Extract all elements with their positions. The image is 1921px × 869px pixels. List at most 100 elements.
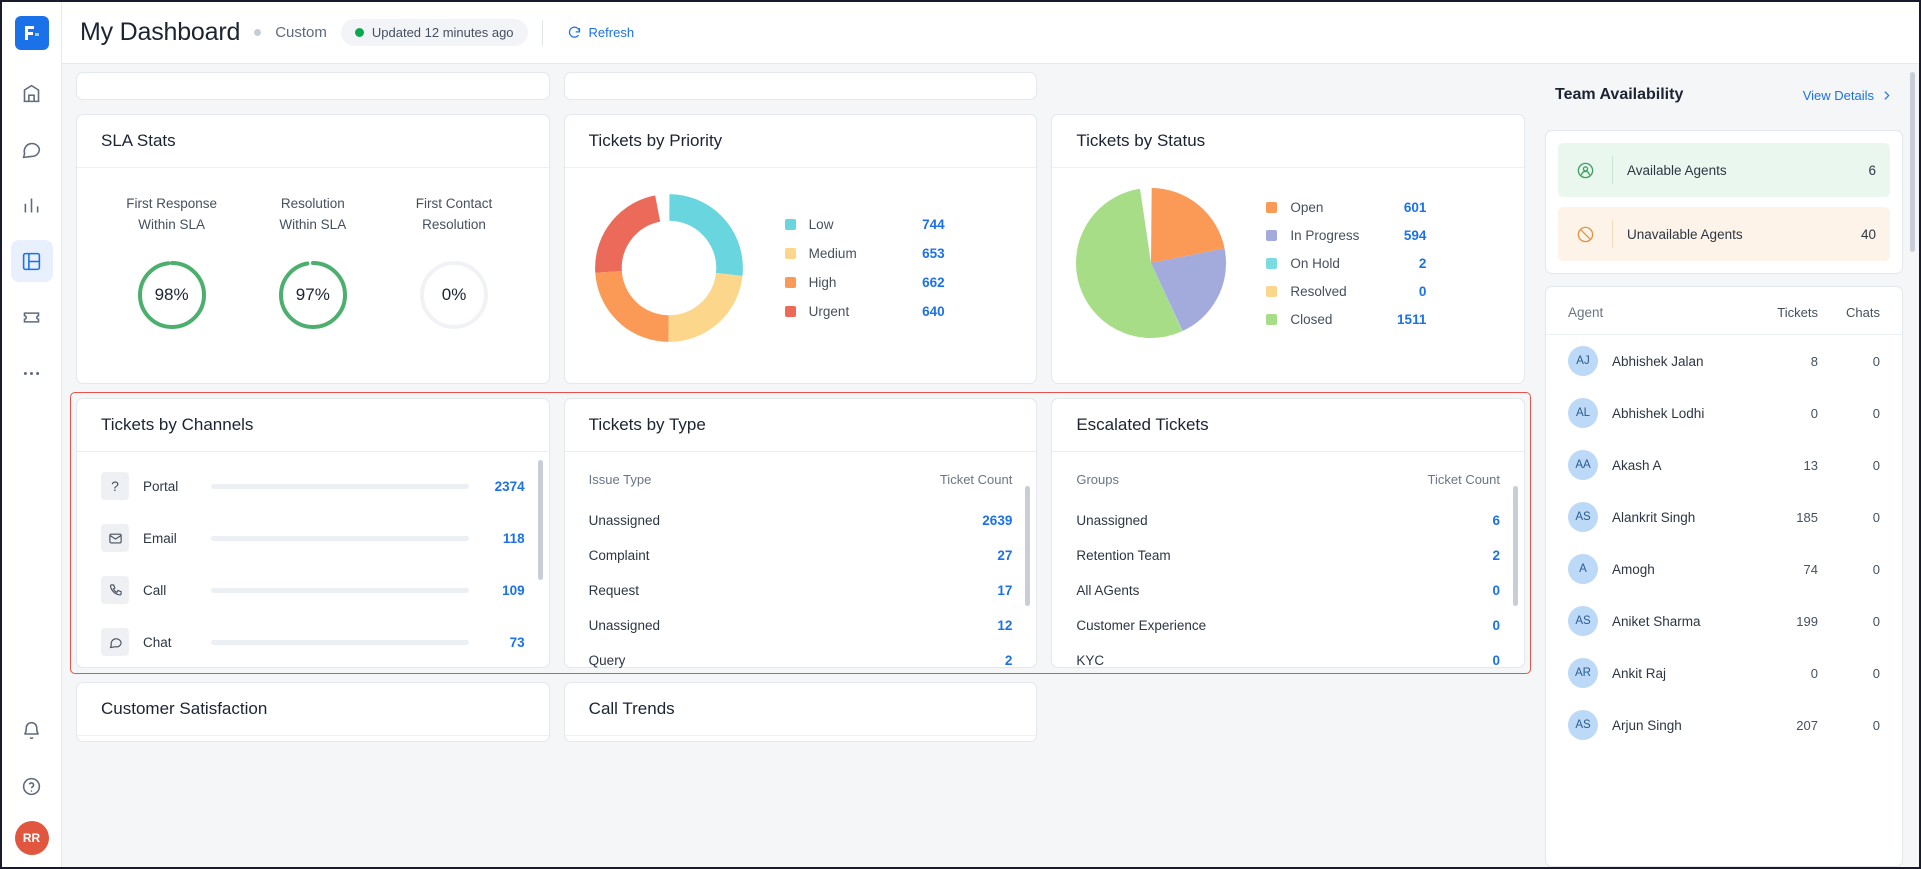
channel-row-call[interactable]: Call 109: [101, 576, 525, 604]
channel-value: 73: [509, 634, 525, 650]
help-circle-icon[interactable]: [11, 765, 53, 807]
team-availability-title: Team Availability: [1555, 86, 1684, 103]
legend-swatch-icon: [1266, 257, 1278, 269]
channel-value: 2374: [494, 478, 525, 494]
toolbar-divider: [541, 19, 543, 46]
unavailable-agents-row[interactable]: Unavailable Agents 40: [1558, 207, 1890, 261]
table-row[interactable]: Retention Team 2: [1076, 538, 1500, 573]
legend-value: 601: [1403, 199, 1427, 215]
channel-row-portal[interactable]: ? Portal 2374: [101, 472, 525, 500]
type-count: 2: [1004, 653, 1013, 668]
table-row[interactable]: Unassigned 6: [1076, 503, 1500, 538]
avatar: AA: [1568, 450, 1598, 480]
list-item[interactable]: AL Abhishek Lodhi 0 0: [1546, 387, 1902, 439]
legend-item-on-hold[interactable]: On Hold 2: [1266, 256, 1426, 271]
agent-tickets: 199: [1796, 613, 1818, 629]
agent-chats: 0: [1872, 665, 1880, 681]
top-bar: My Dashboard Custom Updated 12 minutes a…: [62, 2, 1919, 64]
legend-item-urgent[interactable]: Urgent 640: [784, 304, 945, 319]
agent-name: Amogh: [1612, 561, 1655, 577]
legend-swatch-icon: [1266, 201, 1278, 213]
legend-item-low[interactable]: Low 744: [784, 217, 945, 232]
table-row[interactable]: Customer Experience 0: [1076, 608, 1500, 643]
sidebar-item-tickets[interactable]: [11, 296, 53, 338]
channel-row-email[interactable]: Email 118: [101, 524, 525, 552]
avatar: AL: [1568, 398, 1598, 428]
group-count: 6: [1492, 513, 1501, 528]
legend-label: Closed: [1290, 311, 1333, 327]
agent-tickets: 185: [1796, 509, 1818, 525]
dashboard-type-label: Custom: [275, 24, 327, 41]
legend-label: Open: [1290, 199, 1324, 215]
table-row[interactable]: Unassigned 12: [589, 608, 1013, 643]
table-row[interactable]: All AGents 0: [1076, 573, 1500, 608]
bottom-cards-row: Customer Satisfaction Call Trends: [76, 682, 1525, 742]
gauge-ring: 97%: [276, 258, 350, 332]
legend-item-open[interactable]: Open 601: [1266, 200, 1426, 215]
dashboard-content: SLA Stats First Response Within SLA 98%: [62, 64, 1539, 867]
list-item[interactable]: AS Alankrit Singh 185 0: [1546, 491, 1902, 543]
agent-chats: 0: [1872, 717, 1880, 733]
refresh-button[interactable]: Refresh: [557, 19, 645, 46]
tickets-by-type-card: Tickets by Type Issue Type Ticket Count …: [563, 398, 1038, 668]
avatar: AR: [1568, 658, 1598, 688]
row-divider: [1612, 220, 1613, 248]
legend-item-resolved[interactable]: Resolved 0: [1266, 284, 1426, 299]
legend-item-in-progress[interactable]: In Progress 594: [1266, 228, 1426, 243]
cutoff-cards-row: [76, 64, 1525, 100]
list-item[interactable]: AR Ankit Raj 0 0: [1546, 647, 1902, 699]
group-name: KYC: [1076, 653, 1105, 668]
legend-item-closed[interactable]: Closed 1511: [1266, 312, 1426, 327]
table-row[interactable]: KYC 0: [1076, 643, 1500, 678]
gauge-ring: 0%: [417, 258, 491, 332]
available-agents-row[interactable]: Available Agents 6: [1558, 143, 1890, 197]
list-item[interactable]: A Amogh 74 0: [1546, 543, 1902, 595]
view-details-link[interactable]: View Details: [1803, 88, 1893, 103]
title-separator-dot: [254, 29, 262, 36]
sla-label-line1: Resolution: [280, 196, 345, 211]
app-logo-icon[interactable]: [14, 16, 49, 50]
scroll-area: SLA Stats First Response Within SLA 98%: [62, 64, 1919, 867]
user-avatar[interactable]: RR: [14, 821, 49, 855]
sidebar-item-reports[interactable]: [11, 72, 53, 114]
agent-tickets: 207: [1796, 717, 1818, 733]
types-scrollbar[interactable]: [1025, 486, 1031, 606]
legend-label: Resolved: [1290, 283, 1347, 299]
sidebar-item-dashboard[interactable]: [10, 240, 53, 282]
table-row[interactable]: Complaint 27: [589, 538, 1013, 573]
channel-row-chat[interactable]: Chat 73: [101, 628, 525, 656]
escalated-scrollbar[interactable]: [1513, 486, 1519, 606]
group-count: 0: [1492, 653, 1501, 668]
sla-stats-title: SLA Stats: [77, 115, 549, 168]
available-agents-label: Available Agents: [1627, 162, 1727, 178]
left-nav-rail: RR: [2, 2, 62, 867]
column-header-ticket-count: Ticket Count: [1427, 472, 1501, 487]
updated-text: Updated 12 minutes ago: [371, 25, 514, 40]
legend-item-medium[interactable]: Medium 653: [784, 246, 945, 261]
notifications-bell-icon[interactable]: [11, 709, 53, 751]
team-availability-header: Team Availability View Details: [1545, 64, 1903, 118]
channel-progress-track: [211, 587, 469, 593]
legend-swatch-icon: [1266, 229, 1278, 241]
channels-scrollbar[interactable]: [537, 460, 543, 580]
list-item[interactable]: AA Akash A 13 0: [1546, 439, 1902, 491]
sla-label-line2: Resolution: [422, 216, 486, 232]
legend-label: On Hold: [1290, 255, 1340, 271]
type-name: Unassigned: [588, 513, 660, 528]
sla-label-line1: First Contact: [415, 196, 493, 211]
list-item[interactable]: AJ Abhishek Jalan 8 0: [1546, 335, 1902, 387]
list-item[interactable]: AS Aniket Sharma 199 0: [1546, 595, 1902, 647]
table-row[interactable]: Unassigned 2639: [589, 503, 1013, 538]
sidebar-item-analytics[interactable]: [11, 184, 53, 226]
legend-item-high[interactable]: High 662: [784, 275, 945, 290]
sidebar-item-conversations[interactable]: [11, 128, 53, 170]
sla-label-line1: First Response: [126, 196, 217, 211]
sla-gauges: First Response Within SLA 98% Resolution: [101, 182, 525, 332]
list-item[interactable]: AS Arjun Singh 207 0: [1546, 699, 1902, 751]
agent-tickets: 8: [1810, 353, 1818, 369]
table-row[interactable]: Request 17: [589, 573, 1013, 608]
sidebar-item-more[interactable]: [11, 352, 53, 394]
page-scrollbar[interactable]: [1910, 72, 1915, 252]
agent-name: Alankrit Singh: [1612, 509, 1696, 525]
table-row[interactable]: Query 2: [589, 643, 1013, 678]
